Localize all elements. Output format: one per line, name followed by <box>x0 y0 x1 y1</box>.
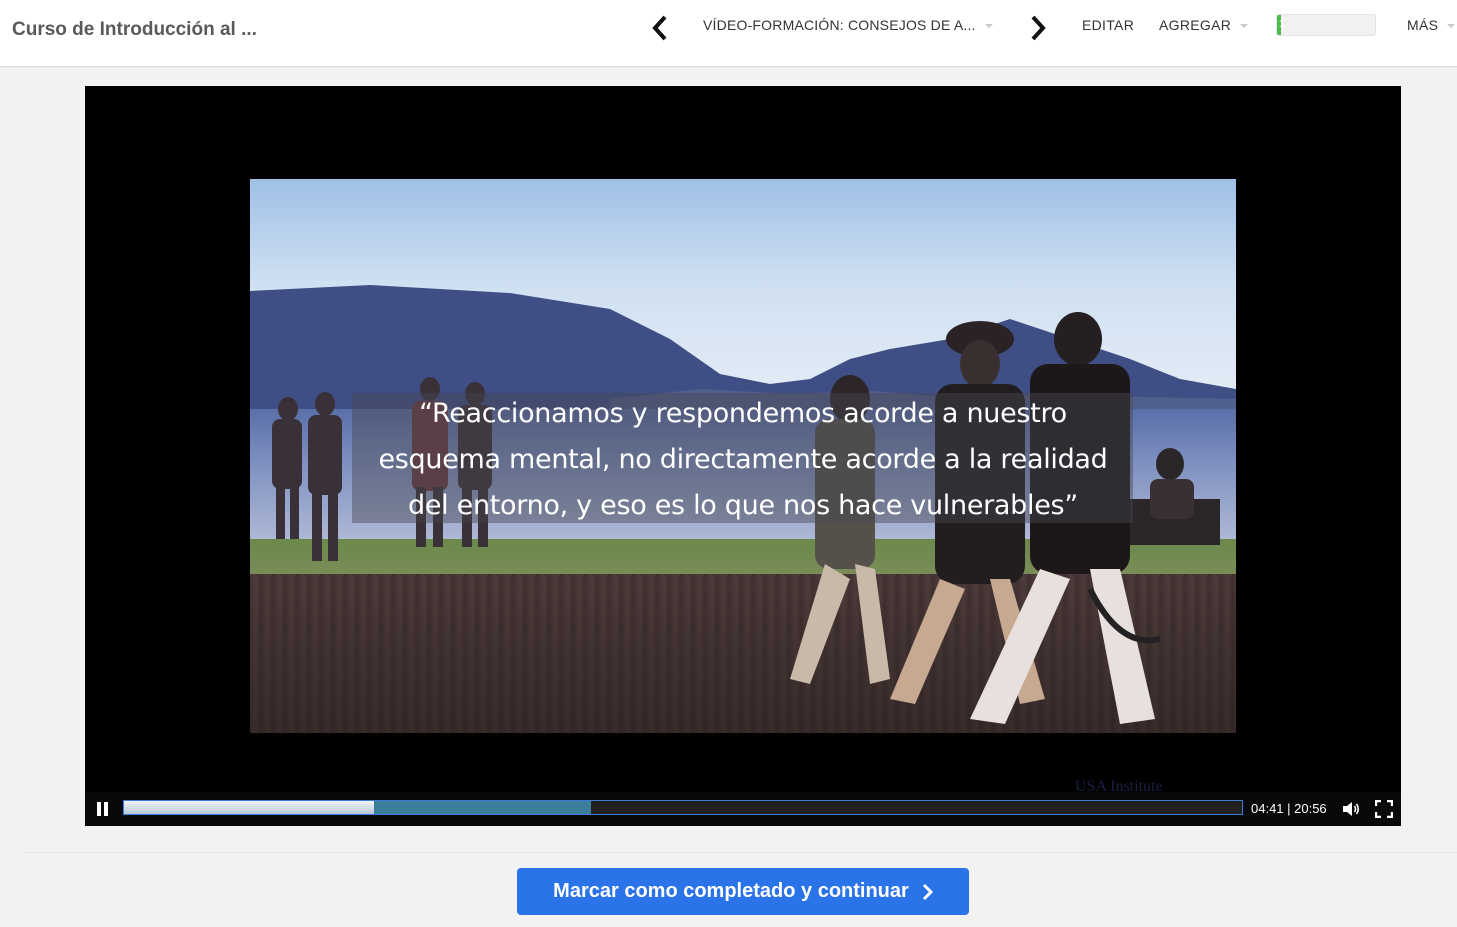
top-bar: Curso de Introducción al ... VÍDEO-FORMA… <box>0 0 1457 67</box>
seek-played <box>124 801 375 814</box>
lesson-selector[interactable]: VÍDEO-FORMACIÓN: CONSEJOS DE A... <box>703 17 993 33</box>
volume-button[interactable] <box>1341 800 1361 818</box>
quote-line-3: del entorno, y eso es lo que nos hace vu… <box>408 490 1078 521</box>
chevron-left-icon <box>652 15 667 41</box>
progress-text: 1 <box>1279 18 1286 30</box>
time-display: 04:41 | 20:56 <box>1251 801 1327 816</box>
video-quote: “Reaccionamos y respondemos acorde a nue… <box>345 391 1141 529</box>
pause-button[interactable] <box>95 801 111 817</box>
course-title[interactable]: Curso de Introducción al ... <box>12 19 257 41</box>
lesson-selector-label: VÍDEO-FORMACIÓN: CONSEJOS DE A... <box>703 17 976 33</box>
quote-line-1: “Reaccionamos y respondemos acorde a nue… <box>419 398 1067 429</box>
next-lesson-button[interactable] <box>1026 14 1050 42</box>
mark-complete-continue-button[interactable]: Marcar como completado y continuar <box>517 868 969 915</box>
video-controls: 04:41 | 20:56 <box>85 792 1401 826</box>
fullscreen-button[interactable] <box>1374 799 1394 819</box>
more-menu[interactable]: MÁS <box>1407 17 1456 33</box>
speaker-icon <box>1343 802 1360 816</box>
pause-icon-bar-right <box>104 802 108 816</box>
video-player[interactable]: “Reaccionamos y respondemos acorde a nue… <box>85 86 1401 826</box>
caret-down-icon <box>1240 24 1249 28</box>
fullscreen-icon <box>1374 799 1394 819</box>
caret-down-icon <box>1447 24 1456 28</box>
add-menu-label: AGREGAR <box>1159 17 1232 33</box>
add-menu[interactable]: AGREGAR <box>1159 17 1249 33</box>
seek-bar[interactable] <box>123 800 1243 815</box>
quote-line-2: esquema mental, no directamente acorde a… <box>378 444 1108 475</box>
pause-icon-bar-left <box>97 802 101 816</box>
caret-down-icon <box>984 24 993 28</box>
more-menu-label: MÁS <box>1407 17 1439 33</box>
mark-complete-label: Marcar como completado y continuar <box>553 880 909 902</box>
previous-lesson-button[interactable] <box>648 14 672 42</box>
video-frame[interactable]: “Reaccionamos y respondemos acorde a nue… <box>250 179 1236 733</box>
chevron-right-icon <box>1031 15 1046 41</box>
chevron-right-icon <box>921 883 933 901</box>
course-progress-bar: 1 <box>1276 14 1376 36</box>
divider <box>24 852 1457 853</box>
edit-link[interactable]: EDITAR <box>1082 17 1134 33</box>
